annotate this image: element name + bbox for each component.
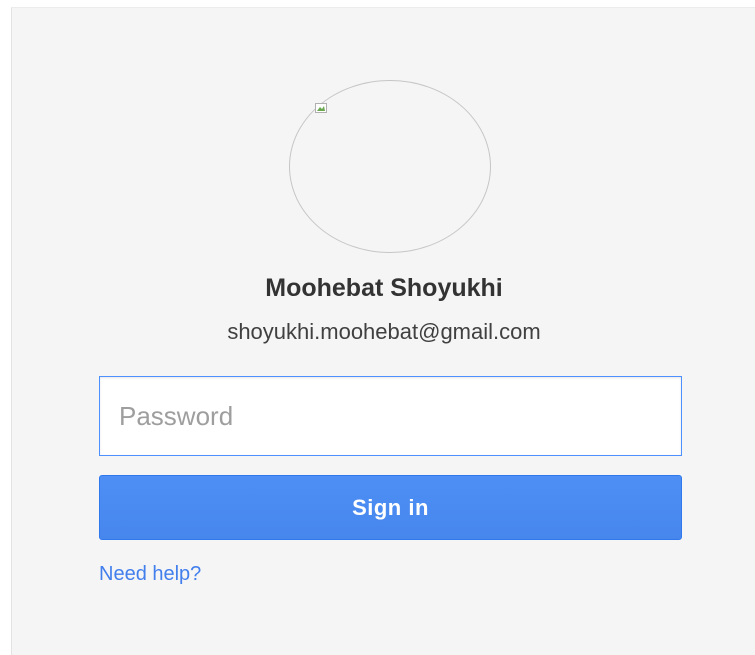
profile-email: shoyukhi.moohebat@gmail.com	[227, 319, 541, 344]
signin-card: Moohebat Shoyukhi shoyukhi.moohebat@gmai…	[11, 7, 755, 655]
profile-name: Moohebat Shoyukhi	[265, 274, 503, 302]
password-input[interactable]	[99, 376, 682, 456]
broken-image-icon	[315, 103, 327, 113]
sign-in-button[interactable]: Sign in	[99, 475, 682, 540]
need-help-link[interactable]: Need help?	[99, 562, 201, 586]
